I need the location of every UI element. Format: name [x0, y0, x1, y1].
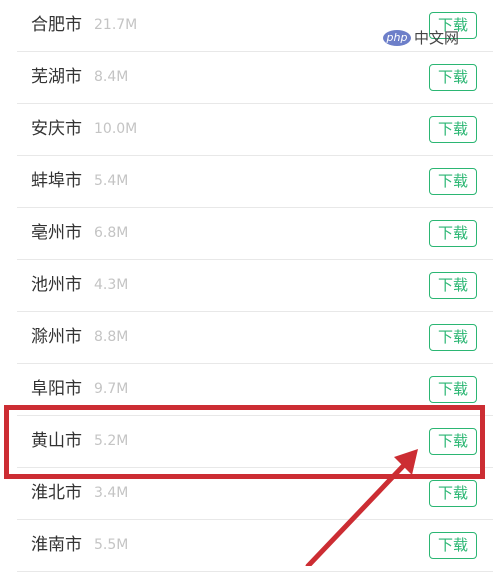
- annotation-arrow-icon: [305, 449, 418, 566]
- watermark: php 中文网: [383, 27, 483, 49]
- watermark-text: 中文网: [414, 29, 460, 47]
- watermark-logo: php: [383, 30, 411, 46]
